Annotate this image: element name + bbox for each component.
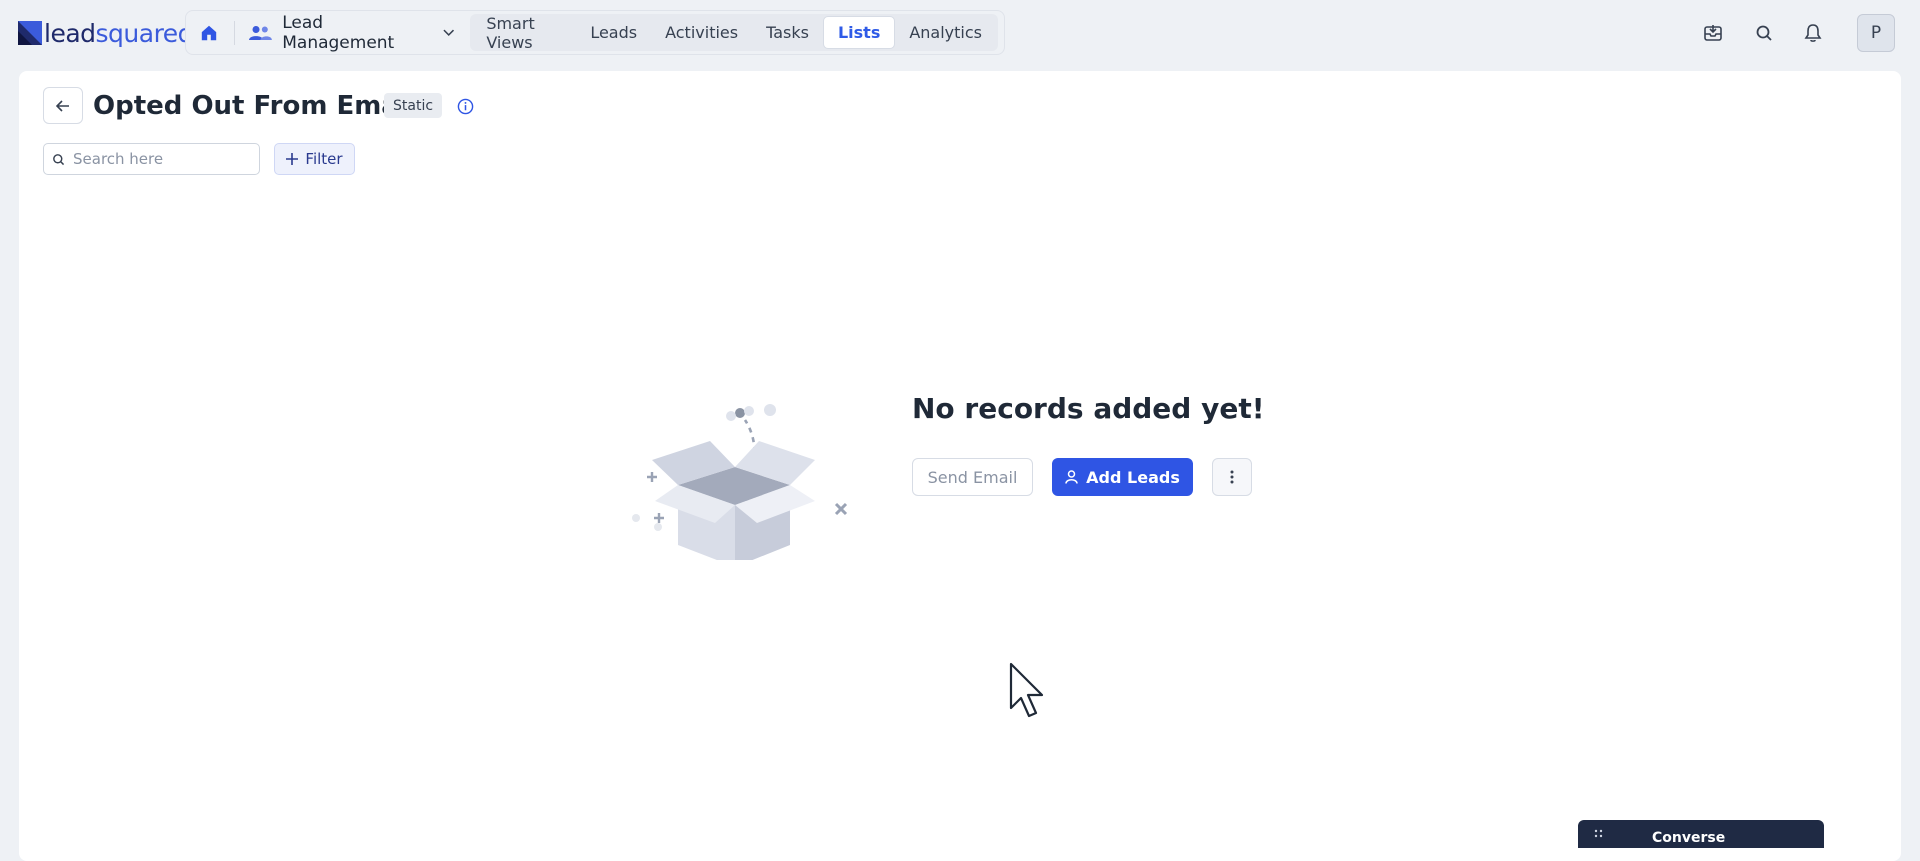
global-search-button[interactable]: [1751, 20, 1777, 46]
search-icon: [53, 153, 65, 165]
more-options-button[interactable]: [1212, 458, 1252, 496]
nav-link-activities[interactable]: Activities: [651, 16, 752, 49]
nav-divider: [234, 20, 236, 45]
nav-links: Smart Views Leads Activities Tasks Lists…: [470, 14, 998, 52]
back-button[interactable]: [43, 87, 83, 124]
nav-link-leads[interactable]: Leads: [576, 16, 651, 49]
arrow-left-icon: [56, 99, 69, 112]
module-switcher[interactable]: Lead Management: [243, 13, 464, 53]
add-leads-label: Add Leads: [1086, 467, 1180, 487]
list-type-badge: Static: [384, 93, 443, 118]
nav-link-smart-views[interactable]: Smart Views: [472, 14, 576, 52]
home-button[interactable]: [192, 17, 226, 49]
search-box[interactable]: [43, 143, 260, 175]
plus-icon: [286, 153, 299, 165]
notifications-button[interactable]: [1800, 20, 1826, 46]
nav-link-tasks[interactable]: Tasks: [752, 16, 823, 49]
search-icon: [1756, 25, 1772, 41]
leadsquared-logo[interactable]: leadsquared: [18, 18, 194, 48]
send-email-button[interactable]: Send Email: [912, 458, 1033, 496]
page-title: Opted Out From Email: [93, 91, 417, 121]
chevron-down-icon: [443, 29, 454, 36]
logo-text: leadsquared: [44, 19, 194, 48]
filter-label: Filter: [305, 150, 343, 168]
empty-box-illustration: [632, 404, 848, 560]
inbox-button[interactable]: [1700, 20, 1726, 46]
module-label: Lead Management: [282, 12, 395, 53]
drag-grip-icon[interactable]: [1592, 829, 1606, 839]
top-bar: leadsquared Lead Management Smart Views …: [0, 0, 1920, 66]
user-icon: [1065, 470, 1078, 484]
converse-widget[interactable]: Converse: [1578, 820, 1824, 848]
filter-button[interactable]: Filter: [274, 143, 355, 175]
home-icon: [202, 25, 217, 40]
kebab-menu-icon: [1230, 470, 1234, 484]
mouse-cursor-icon: [1009, 662, 1044, 718]
nav-link-analytics[interactable]: Analytics: [895, 16, 996, 49]
inbox-icon: [1704, 25, 1722, 41]
user-avatar[interactable]: P: [1857, 14, 1895, 52]
converse-label: Converse: [1652, 830, 1726, 846]
add-leads-button[interactable]: Add Leads: [1052, 458, 1193, 496]
users-icon: [249, 25, 273, 40]
search-input[interactable]: [73, 150, 253, 168]
main-navigation: Lead Management Smart Views Leads Activi…: [185, 10, 1005, 55]
logo-mark-icon: [18, 21, 42, 45]
info-button[interactable]: [453, 94, 477, 118]
nav-link-lists[interactable]: Lists: [822, 16, 896, 49]
empty-state-title: No records added yet!: [912, 392, 1265, 425]
bell-icon: [1804, 24, 1822, 42]
info-icon: [457, 98, 473, 114]
